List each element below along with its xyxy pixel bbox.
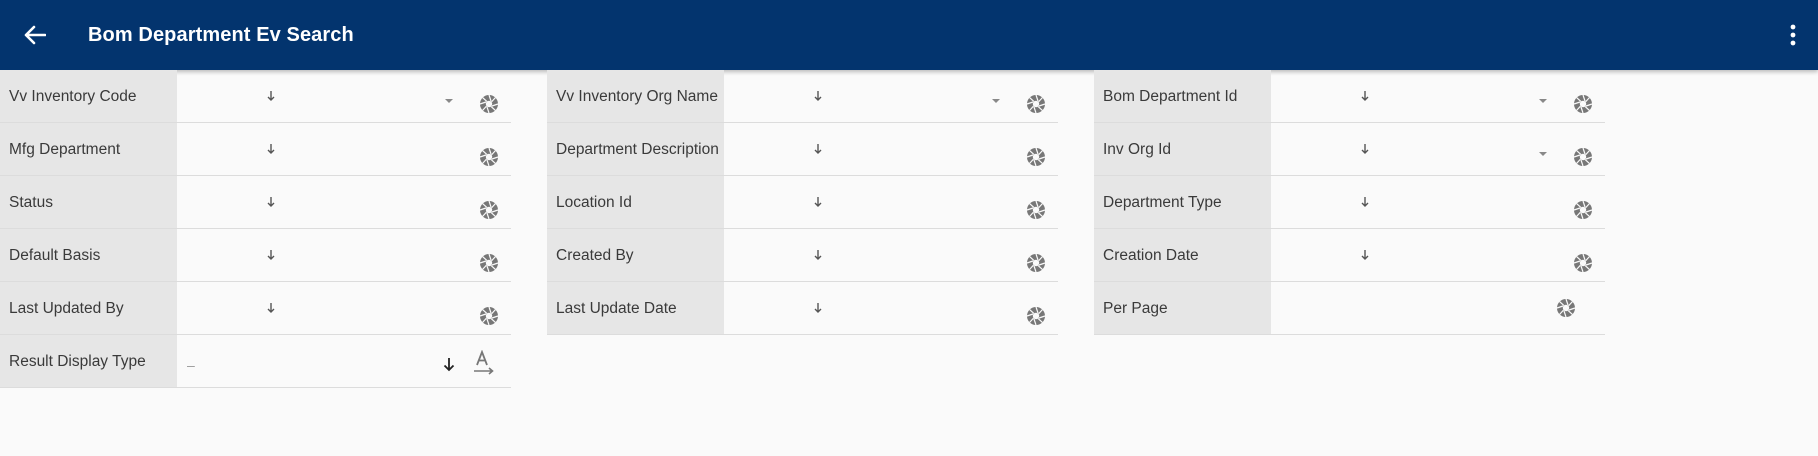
dropdown-caret-icon[interactable]: [1539, 99, 1547, 103]
field-label: Default Basis: [0, 229, 177, 281]
more-vert-icon: [1790, 24, 1796, 46]
filter-row-inv-org-id: Inv Org Id: [1094, 123, 1605, 176]
aperture-icon[interactable]: [479, 200, 499, 220]
field-label: Status: [0, 176, 177, 228]
sort-arrow-icon[interactable]: [813, 142, 823, 156]
status-field[interactable]: [177, 176, 511, 228]
arrow-down-icon[interactable]: [442, 355, 456, 373]
location-id-field[interactable]: [724, 176, 1058, 228]
filter-row-created-by: Created By: [547, 229, 1058, 282]
bom-department-id-field[interactable]: [1271, 70, 1605, 122]
sort-arrow-icon[interactable]: [813, 248, 823, 262]
aperture-icon[interactable]: [1026, 253, 1046, 273]
aperture-icon[interactable]: [479, 253, 499, 273]
search-column-2: Vv Inventory Org Name Department Descrip…: [547, 70, 1058, 335]
filter-row-mfg-department: Mfg Department: [0, 123, 511, 176]
sort-arrow-icon[interactable]: [813, 89, 823, 103]
filter-row-result-display-type: Result Display Type –: [0, 335, 511, 388]
sort-arrow-icon[interactable]: [266, 301, 276, 315]
created-by-field[interactable]: [724, 229, 1058, 281]
sort-arrow-icon[interactable]: [266, 195, 276, 209]
filter-row-last-update-date: Last Update Date: [547, 282, 1058, 335]
sort-arrow-icon[interactable]: [266, 89, 276, 103]
creation-date-field[interactable]: [1271, 229, 1605, 281]
last-updated-by-field[interactable]: [177, 282, 511, 334]
aperture-icon[interactable]: [1026, 306, 1046, 326]
field-label: Vv Inventory Code: [0, 70, 177, 122]
aperture-icon[interactable]: [1573, 147, 1593, 167]
filter-row-vv-inventory-code: Vv Inventory Code: [0, 70, 511, 123]
filter-row-creation-date: Creation Date: [1094, 229, 1605, 282]
last-update-date-field[interactable]: [724, 282, 1058, 334]
aperture-icon[interactable]: [479, 306, 499, 326]
text-direction-icon[interactable]: [472, 350, 496, 376]
mfg-department-field[interactable]: [177, 123, 511, 175]
dropdown-caret-icon[interactable]: [445, 99, 453, 103]
vv-inventory-org-name-field[interactable]: [724, 70, 1058, 122]
default-basis-field[interactable]: [177, 229, 511, 281]
field-label: Department Description: [547, 123, 724, 175]
filter-row-department-type: Department Type: [1094, 176, 1605, 229]
per-page-field[interactable]: [1271, 282, 1605, 334]
sort-arrow-icon[interactable]: [266, 248, 276, 262]
field-label: Last Update Date: [547, 282, 724, 334]
search-column-1: Vv Inventory Code Mfg Department Status …: [0, 70, 511, 388]
field-label: Inv Org Id: [1094, 123, 1271, 175]
page-title: Bom Department Ev Search: [88, 23, 354, 46]
filter-row-vv-inventory-org-name: Vv Inventory Org Name: [547, 70, 1058, 123]
vv-inventory-code-field[interactable]: [177, 70, 511, 122]
arrow-left-icon: [24, 25, 46, 45]
aperture-icon[interactable]: [479, 94, 499, 114]
dropdown-caret-icon[interactable]: [1539, 152, 1547, 156]
field-label: Created By: [547, 229, 724, 281]
result-display-type-select[interactable]: –: [177, 335, 511, 387]
aperture-icon[interactable]: [1573, 94, 1593, 114]
aperture-icon[interactable]: [1573, 200, 1593, 220]
field-label: Mfg Department: [0, 123, 177, 175]
department-description-field[interactable]: [724, 123, 1058, 175]
sort-arrow-icon[interactable]: [813, 195, 823, 209]
dropdown-caret-icon[interactable]: [992, 99, 1000, 103]
aperture-icon[interactable]: [1556, 298, 1576, 318]
aperture-icon[interactable]: [1573, 253, 1593, 273]
field-label: Location Id: [547, 176, 724, 228]
back-button[interactable]: [0, 0, 70, 70]
aperture-icon[interactable]: [1026, 147, 1046, 167]
filter-row-default-basis: Default Basis: [0, 229, 511, 282]
app-bar: Bom Department Ev Search: [0, 0, 1818, 70]
filter-row-last-updated-by: Last Updated By: [0, 282, 511, 335]
filter-row-bom-department-id: Bom Department Id: [1094, 70, 1605, 123]
department-type-field[interactable]: [1271, 176, 1605, 228]
field-label: Bom Department Id: [1094, 70, 1271, 122]
inv-org-id-field[interactable]: [1271, 123, 1605, 175]
search-column-3: Bom Department Id Inv Org Id Department …: [1094, 70, 1605, 335]
sort-arrow-icon[interactable]: [1360, 142, 1370, 156]
filter-row-status: Status: [0, 176, 511, 229]
field-label: Department Type: [1094, 176, 1271, 228]
field-label: Result Display Type: [0, 335, 177, 387]
filter-row-per-page: Per Page: [1094, 282, 1605, 335]
sort-arrow-icon[interactable]: [266, 142, 276, 156]
sort-arrow-icon[interactable]: [1360, 89, 1370, 103]
sort-arrow-icon[interactable]: [1360, 248, 1370, 262]
result-display-type-value: –: [187, 357, 195, 373]
aperture-icon[interactable]: [479, 147, 499, 167]
aperture-icon[interactable]: [1026, 94, 1046, 114]
field-label: Vv Inventory Org Name: [547, 70, 724, 122]
sort-arrow-icon[interactable]: [813, 301, 823, 315]
overflow-menu-button[interactable]: [1768, 0, 1818, 70]
filter-row-department-description: Department Description: [547, 123, 1058, 176]
aperture-icon[interactable]: [1026, 200, 1046, 220]
field-label: Creation Date: [1094, 229, 1271, 281]
field-label: Per Page: [1094, 282, 1271, 334]
field-label: Last Updated By: [0, 282, 177, 334]
sort-arrow-icon[interactable]: [1360, 195, 1370, 209]
filter-row-location-id: Location Id: [547, 176, 1058, 229]
